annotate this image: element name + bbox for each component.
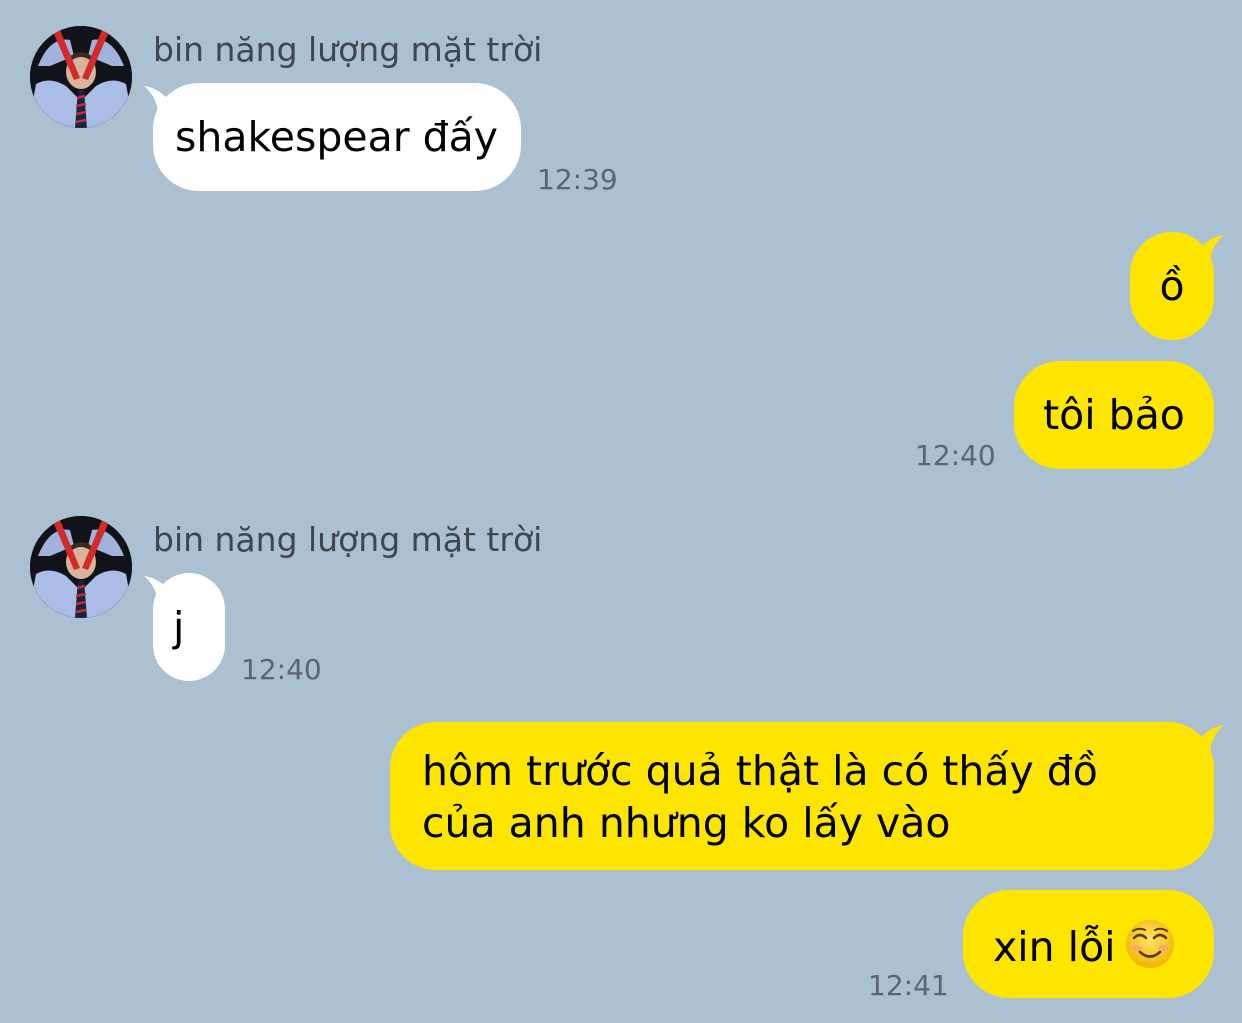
partner-avatar[interactable]: [30, 516, 132, 618]
message-text: shakespear đấy: [175, 113, 499, 161]
message-time: 12:40: [241, 653, 322, 686]
sender-name: bin năng lượng mặt trời: [153, 30, 543, 69]
message-text: j: [173, 603, 185, 651]
message-time: 12:39: [537, 163, 618, 196]
chat-area: bin năng lượng mặt trời shakespear đấy 1…: [0, 0, 1242, 1023]
message-bubble[interactable]: shakespear đấy: [153, 83, 521, 191]
message-text: ồ: [1159, 262, 1185, 310]
partner-avatar[interactable]: [30, 26, 132, 128]
message-time: 12:41: [868, 969, 949, 1002]
message-text: xin lỗi: [993, 923, 1116, 971]
message-text: tôi bảo: [1043, 391, 1185, 439]
message-bubble[interactable]: tôi bảo: [1014, 361, 1214, 469]
smiling-face-emoji-icon: [1124, 918, 1176, 970]
sender-name: bin năng lượng mặt trời: [153, 520, 543, 559]
message-bubble[interactable]: xin lỗi: [963, 890, 1214, 998]
message-bubble[interactable]: ồ: [1130, 232, 1214, 340]
message-bubble[interactable]: hôm trước quả thật là có thấy đồ của anh…: [390, 722, 1214, 870]
message-text: hôm trước quả thật là có thấy đồ của anh…: [422, 747, 1098, 847]
message-time: 12:40: [915, 439, 996, 472]
message-bubble[interactable]: j: [153, 573, 225, 681]
